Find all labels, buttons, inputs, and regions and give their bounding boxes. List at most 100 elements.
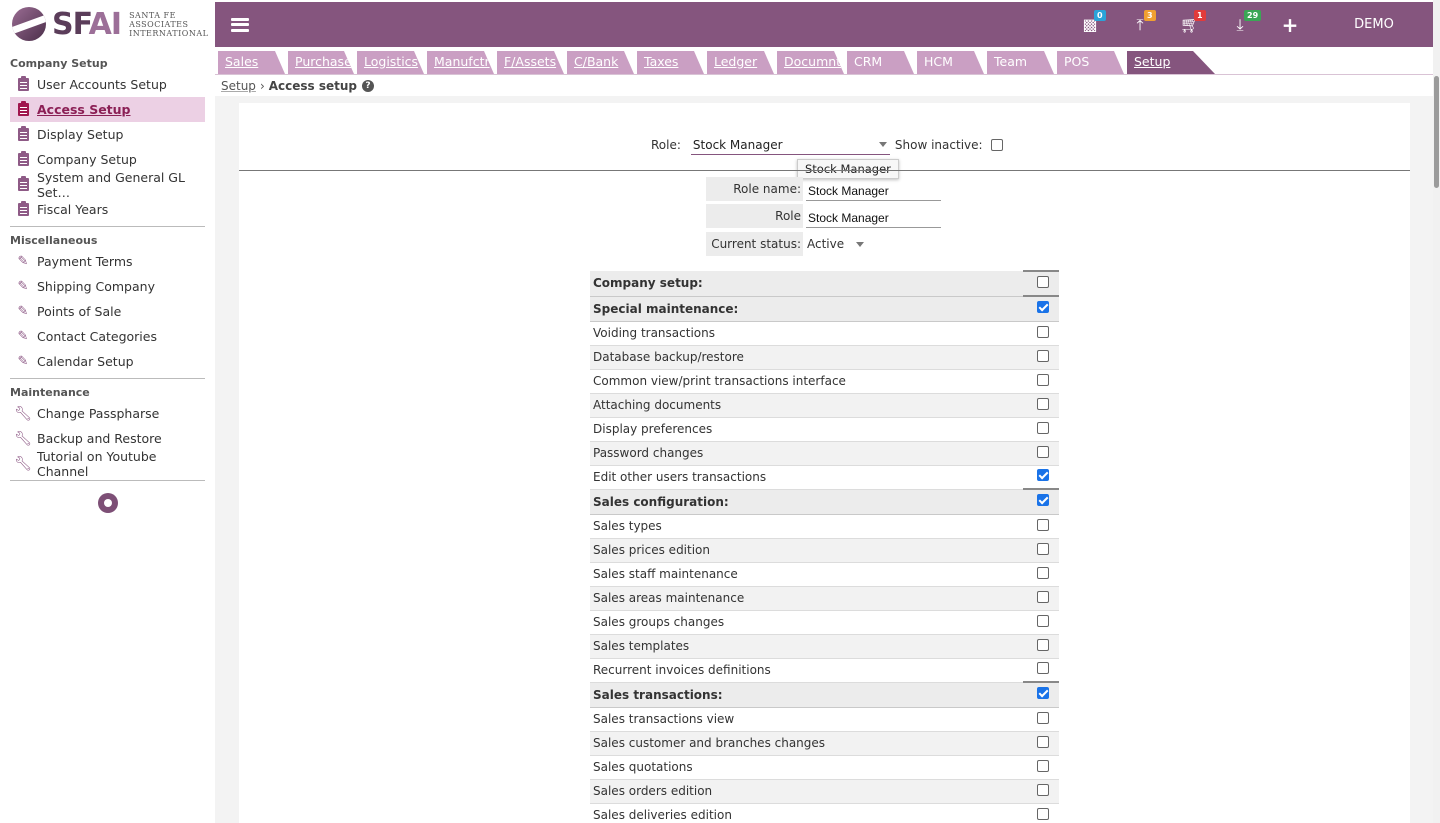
sidebar-divider	[10, 226, 205, 227]
wrench-icon: 🔧︎	[14, 405, 32, 422]
access-checkbox[interactable]	[1037, 735, 1049, 748]
tab-pos[interactable]: POS	[1057, 51, 1124, 74]
breadcrumb: Setup › Access setup ?	[221, 79, 375, 93]
access-checkbox[interactable]	[1037, 494, 1049, 507]
sidebar-item-change-passphrase[interactable]: 🔧︎ Change Passpharse	[10, 401, 205, 426]
access-checkbox[interactable]	[1037, 397, 1049, 410]
sidebar-item-contact-categories[interactable]: ✎ Contact Categories	[10, 324, 205, 349]
access-checkbox[interactable]	[1037, 542, 1049, 555]
page-scrollbar[interactable]	[1433, 0, 1440, 823]
help-icon[interactable]: ?	[362, 80, 375, 92]
tab-logistics[interactable]: Logistics	[357, 51, 424, 74]
access-checkbox[interactable]	[1037, 759, 1049, 772]
access-checkbox-cell	[1023, 803, 1059, 823]
clipboard-icon	[16, 126, 30, 142]
pencil-icon: ✎	[17, 253, 29, 269]
access-checkbox[interactable]	[1037, 614, 1049, 627]
access-checkbox[interactable]	[1037, 807, 1049, 820]
form-divider	[239, 170, 1410, 171]
sidebar-item-user-accounts-setup[interactable]: User Accounts Setup	[10, 72, 205, 97]
access-checkbox[interactable]	[1037, 566, 1049, 579]
sidebar-item-label: Payment Terms	[37, 254, 133, 269]
sidebar-item-system-and-general-gl-setup[interactable]: System and General GL Set…	[10, 170, 205, 200]
access-checkbox[interactable]	[1037, 373, 1049, 386]
tab-fassets[interactable]: F/Assets	[497, 51, 564, 74]
tab-ledger[interactable]: Ledger	[707, 51, 774, 74]
scrollbar-thumb[interactable]	[1434, 76, 1439, 188]
tab-manufctr[interactable]: Manufctr	[427, 51, 494, 74]
pencil-icon: ✎	[17, 278, 29, 294]
role-select[interactable]: Stock Manager	[690, 135, 890, 155]
downloads-button[interactable]: ⤓ 29	[1215, 2, 1265, 47]
access-checkbox[interactable]	[1037, 518, 1049, 531]
sidebar-item-label: Fiscal Years	[37, 202, 109, 217]
menu-icon[interactable]	[231, 17, 249, 32]
theme-toggle-icon[interactable]	[97, 493, 118, 513]
sidebar-item-payment-terms[interactable]: ✎ Payment Terms	[10, 249, 205, 274]
role-name-input[interactable]: Stock Manager	[806, 177, 941, 201]
tab-taxes[interactable]: Taxes	[637, 51, 704, 74]
access-checkbox[interactable]	[1037, 421, 1049, 434]
access-label: Sales transactions:	[590, 682, 1023, 708]
access-label: Special maintenance:	[590, 296, 1023, 322]
sidebar-item-tutorial-youtube[interactable]: 🔧︎ Tutorial on Youtube Channel	[10, 449, 205, 479]
sidebar-item-fiscal-years[interactable]: Fiscal Years	[10, 197, 205, 222]
sidebar-item-points-of-sale[interactable]: ✎ Points of Sale	[10, 299, 205, 324]
sidebar-item-display-setup[interactable]: Display Setup	[10, 122, 205, 147]
tab-label: Taxes	[644, 54, 679, 69]
access-row: Recurrent invoices definitions	[590, 658, 1059, 683]
tab-cbank[interactable]: C/Bank	[567, 51, 634, 74]
access-checkbox-cell	[1023, 393, 1059, 418]
tab-purchase[interactable]: Purchase	[288, 51, 354, 74]
show-inactive-checkbox[interactable]	[990, 139, 1003, 151]
access-checkbox[interactable]	[1037, 349, 1049, 362]
current-status-select[interactable]: Active	[807, 237, 865, 251]
breadcrumb-setup-link[interactable]: Setup	[221, 79, 256, 93]
access-checkbox-cell	[1023, 610, 1059, 635]
access-checkbox[interactable]	[1037, 662, 1049, 675]
access-checkbox[interactable]	[1037, 783, 1049, 796]
access-checkbox[interactable]	[1037, 638, 1049, 651]
access-checkbox-cell	[1023, 465, 1059, 490]
access-checkbox[interactable]	[1037, 687, 1049, 700]
access-checkbox[interactable]	[1037, 301, 1049, 314]
tab-setup[interactable]: Setup	[1127, 51, 1215, 74]
access-checkbox-cell	[1023, 658, 1059, 683]
access-checkbox[interactable]	[1037, 276, 1049, 288]
access-label: Company setup:	[590, 271, 1023, 297]
uploads-button[interactable]: ⤒ 3	[1115, 2, 1165, 47]
access-checkbox[interactable]	[1037, 445, 1049, 458]
tab-crm[interactable]: CRM	[847, 51, 914, 74]
sidebar-item-backup-and-restore[interactable]: 🔧︎ Backup and Restore	[10, 426, 205, 451]
logo[interactable]: SFAI SANTA FE ASSOCIATES INTERNATIONAL	[0, 0, 215, 48]
role-description-input[interactable]: Stock Manager	[806, 204, 941, 228]
access-checkbox[interactable]	[1037, 711, 1049, 724]
access-row: Sales groups changes	[590, 610, 1059, 635]
access-label: Sales prices edition	[590, 538, 1023, 563]
access-checkbox[interactable]	[1037, 325, 1049, 338]
user-menu[interactable]: DEMO	[1315, 17, 1433, 32]
sidebar-item-access-setup[interactable]: Access Setup	[10, 97, 205, 122]
tab-team[interactable]: Team	[987, 51, 1054, 74]
access-checkbox[interactable]	[1037, 469, 1049, 482]
tab-sales[interactable]: Sales	[218, 51, 285, 74]
access-row: Sales areas maintenance	[590, 586, 1059, 611]
access-checkbox[interactable]	[1037, 590, 1049, 603]
messages-button[interactable]: ▩ 0	[1065, 2, 1115, 47]
sidebar-item-shipping-company[interactable]: ✎ Shipping Company	[10, 274, 205, 299]
tab-hcm[interactable]: HCM	[917, 51, 984, 74]
current-status-value: Active	[807, 237, 845, 251]
show-inactive-label: Show inactive:	[894, 138, 983, 152]
access-checkbox-cell	[1023, 634, 1059, 659]
access-checkbox-cell	[1023, 779, 1059, 804]
access-label: Display preferences	[590, 417, 1023, 442]
role-name-label: Role name:	[706, 177, 803, 201]
sidebar-item-company-setup[interactable]: Company Setup	[10, 147, 205, 172]
tab-documnt[interactable]: Documnt	[777, 51, 844, 74]
access-label: Attaching documents	[590, 393, 1023, 418]
cart-button[interactable]: 🛒︎ 1	[1165, 2, 1215, 47]
breadcrumb-separator: ›	[259, 79, 265, 93]
current-status-row: Current status: Active	[706, 232, 865, 256]
sidebar-item-calendar-setup[interactable]: ✎ Calendar Setup	[10, 349, 205, 374]
add-button[interactable]: +	[1265, 2, 1315, 47]
